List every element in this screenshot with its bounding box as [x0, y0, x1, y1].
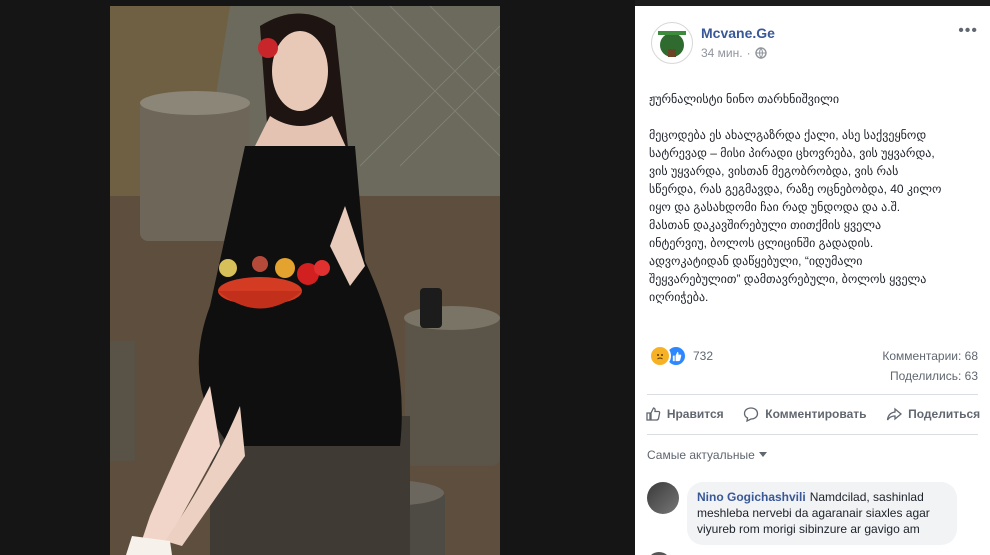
comments-sort-dropdown[interactable]: Самые актуальные: [647, 448, 767, 462]
globe-icon: [754, 47, 767, 59]
post-photo[interactable]: [110, 6, 500, 555]
comment-author[interactable]: Nino Gogichashvili: [697, 490, 806, 504]
more-icon[interactable]: •••: [958, 22, 978, 40]
page-name[interactable]: Mcvane.Ge: [701, 25, 775, 41]
caret-down-icon: [758, 452, 767, 457]
share-icon: [886, 407, 903, 421]
sort-label: Самые актуальные: [647, 448, 755, 462]
comment-label: Комментировать: [765, 407, 867, 421]
post-stats: Комментарии: 68 Поделились: 63: [882, 346, 978, 386]
divider: [647, 394, 978, 395]
comment-bubble: Nino Gogichashvili Namdcilad, sashinlad m…: [687, 482, 957, 545]
post-time[interactable]: 34 мин.: [701, 46, 743, 60]
post-title-line: ჟურნალისტი ნინო თარხნიშვილი: [649, 92, 840, 106]
reaction-count: 732: [693, 349, 714, 363]
like-button[interactable]: Нравится: [645, 406, 724, 422]
shares-count[interactable]: Поделились: 63: [882, 366, 978, 386]
commenter-avatar[interactable]: [647, 482, 679, 514]
post-actions: Нравится Комментировать Поделиться: [635, 400, 990, 428]
post-header: Mcvane.Ge 34 мин. · •••: [635, 6, 990, 76]
divider: [647, 434, 978, 435]
page-logo-icon: [658, 31, 686, 57]
share-button[interactable]: Поделиться: [886, 406, 980, 422]
sad-reaction-icon: [649, 345, 671, 367]
photo-viewer[interactable]: [0, 0, 635, 555]
separator-dot: ·: [746, 46, 751, 60]
comment-button[interactable]: Комментировать: [743, 406, 867, 422]
reactions-summary[interactable]: 732: [649, 345, 713, 367]
comments-count[interactable]: Комментарии: 68: [882, 346, 978, 366]
comment-icon: [744, 407, 759, 422]
share-label: Поделиться: [908, 407, 981, 421]
photo-illustration: [110, 6, 500, 555]
post-body: ჟურნალისტი ნინო თარხნიშვილი მეცოდება ეს …: [649, 90, 979, 324]
page-avatar[interactable]: [651, 22, 693, 64]
like-label: Нравится: [666, 407, 724, 421]
post-panel: Mcvane.Ge 34 мин. · ••• ჟურნალისტი ნინო …: [635, 6, 990, 555]
post-meta: 34 мин. ·: [701, 46, 767, 60]
like-icon: [646, 407, 661, 421]
post-paragraph: მეცოდება ეს ახალგაზრდა ქალი, ასე საქვეყნ…: [649, 128, 942, 304]
